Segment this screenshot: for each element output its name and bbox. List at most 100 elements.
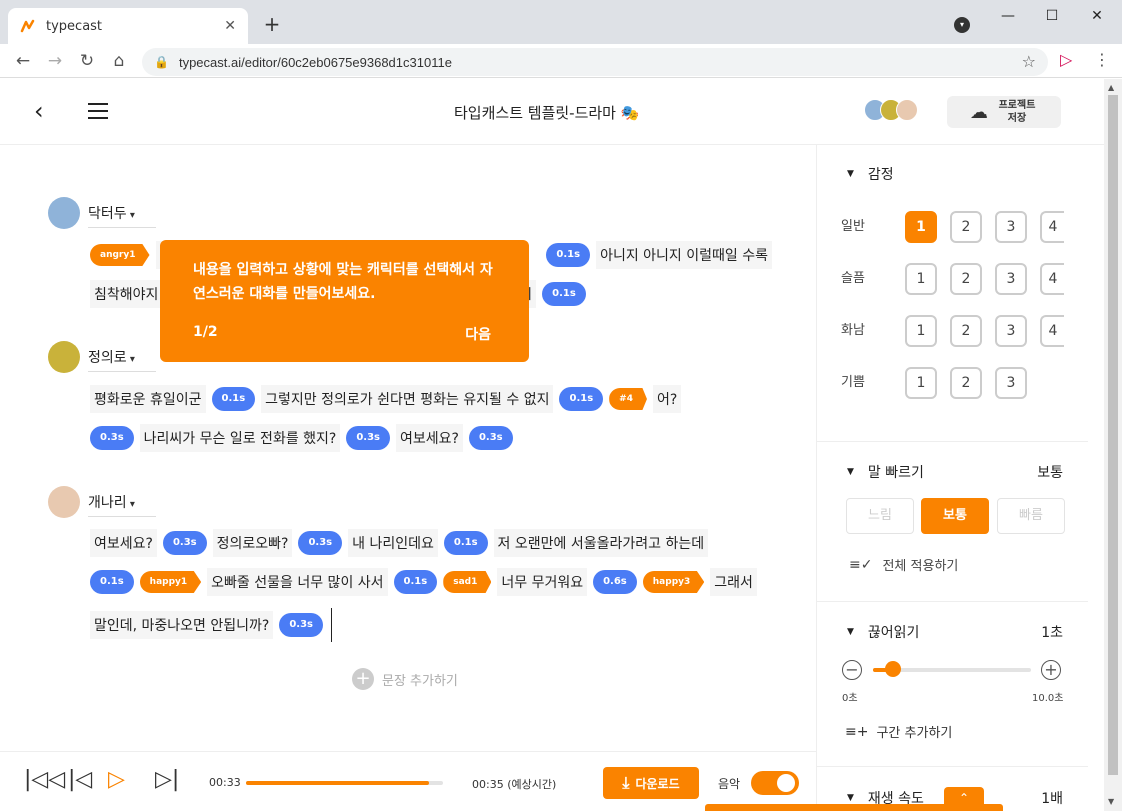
script-line[interactable]: 0.3s 나리씨가 무슨 일로 전화를 했지? 0.3s 여보세요? 0.3s [90,424,519,452]
extension-play-icon[interactable]: ▷ [1060,50,1072,69]
speaker-name[interactable]: 개나리 [88,488,156,517]
pause-tag[interactable]: 0.1s [443,531,488,555]
emotion-level-button[interactable]: 4 [1040,211,1064,243]
home-icon[interactable]: ⌂ [108,50,130,72]
emotion-section-toggle[interactable]: ▼ 감정 [847,164,894,184]
script-line[interactable]: 말인데, 마중나오면 안됩니까? 0.3s [90,608,333,642]
browser-menu-icon[interactable]: ⋮ [1094,50,1110,69]
sentence-text[interactable]: 정의로오빠? [212,529,293,557]
pause-slider-knob[interactable] [884,661,901,677]
sentence-text[interactable]: 저 오랜만에 서울올라가려고 하는데 [493,529,709,557]
pause-tag[interactable]: 0.1s [90,570,134,594]
pause-tag[interactable]: 0.1s [393,570,438,594]
add-range-button[interactable]: ≡+ 구간 추가하기 [845,722,952,742]
playback-progress[interactable] [246,781,443,785]
speed-section-toggle[interactable]: ▼ 말 빠르기 [847,462,924,482]
emotion-level-button[interactable]: 3 [995,315,1027,347]
pause-tag[interactable]: 0.3s [162,531,207,555]
speed-slow-button[interactable]: 느림 [846,498,914,534]
scrollbar-thumb[interactable] [1108,95,1118,775]
emotion-level-button[interactable]: 1 [905,315,937,347]
sentence-text[interactable]: 아니지 아니지 이럴때일 수록 [596,241,772,269]
sentence-text[interactable]: 어? [652,385,682,413]
save-project-button[interactable]: ☁ 프로젝트 저장 [947,96,1061,128]
sentence-text[interactable]: 나리씨가 무슨 일로 전화를 했지? [139,424,341,452]
pause-tag[interactable]: 0.1s [211,387,256,411]
emotion-level-button[interactable]: 1 [905,367,937,399]
new-tab-icon[interactable]: + [260,12,284,36]
sentence-text[interactable]: 오빠줄 선물을 너무 많이 사서 [207,568,388,596]
emotion-level-button[interactable]: 3 [995,263,1027,295]
tab-close-icon[interactable]: ✕ [224,18,236,34]
emotion-level-button[interactable]: 4 [1040,263,1064,295]
sentence-text[interactable]: 여보세요? [396,424,463,452]
emotion-level-button[interactable]: 3 [995,367,1027,399]
minimize-icon[interactable]: — [998,8,1018,24]
emotion-level-button[interactable]: 1 [905,263,937,295]
sentence-text[interactable]: 내 나리인데요 [348,529,438,557]
sentence-text[interactable]: 여보세요? [90,529,157,557]
previous-icon[interactable]: |◁ [68,767,92,792]
pause-tag[interactable]: 0.3s [90,426,134,450]
sentence-text[interactable]: 침착해야지 [90,280,163,308]
apply-all-button[interactable]: ≡✓ 전체 적용하기 [849,555,958,575]
script-line[interactable]: 평화로운 휴일이군 0.1s 그렇지만 정의로가 쉰다면 평화는 유지될 수 없지 0… [90,385,687,413]
pause-tag[interactable]: 0.3s [279,613,324,637]
download-button[interactable]: ⤓ 다운로드 [603,767,699,799]
emotion-level-button[interactable]: 2 [950,263,982,295]
speed-normal-button[interactable]: 보통 [921,498,989,534]
pause-tag[interactable]: 0.3s [298,531,343,555]
emotion-tag[interactable]: sad1 [443,571,492,593]
browser-tab[interactable]: typecast ✕ [8,8,248,44]
emotion-level-button[interactable]: 1 [905,211,937,243]
play-icon[interactable]: ▷ [108,767,125,792]
pause-tag[interactable]: 0.1s [559,387,604,411]
window-close-icon[interactable]: ✕ [1087,8,1107,24]
plus-circle-icon[interactable]: + [1041,660,1061,680]
scroll-down-icon[interactable]: ▼ [1108,797,1114,806]
emotion-tag[interactable]: #4 [609,388,647,410]
emotion-level-button[interactable]: 2 [950,315,982,347]
project-title[interactable]: 타입캐스트 템플릿-드라마 🎭 [454,102,639,123]
address-bar[interactable]: 🔒 typecast.ai/editor/60c2eb0675e9368d1c3… [142,48,1048,76]
speaker-selector[interactable]: 닥터두 [48,197,156,229]
script-line[interactable]: 여보세요? 0.3s 정의로오빠? 0.3s 내 나리인데요 0.1s 저 오랜만에 서울올… [90,529,714,557]
bookmark-star-icon[interactable]: ☆ [1022,52,1036,71]
speed-fast-button[interactable]: 빠름 [997,498,1065,534]
emotion-tag[interactable]: happy3 [642,571,705,593]
emotion-tag[interactable]: happy1 [139,571,202,593]
bottom-sheet-handle[interactable] [705,804,1003,811]
skip-to-start-icon[interactable]: |◁◁ [24,767,65,792]
speaker-name[interactable]: 닥터두 [88,199,156,228]
pause-tag[interactable]: 0.6s [593,570,637,594]
emotion-level-button[interactable]: 2 [950,211,982,243]
sentence-text[interactable]: 너무 무거워요 [497,568,588,596]
pause-tag[interactable]: 0.3s [468,426,513,450]
emotion-level-button[interactable]: 3 [995,211,1027,243]
reload-icon[interactable]: ↻ [76,50,98,72]
minus-icon[interactable]: − [842,660,862,680]
speaker-selector[interactable]: 정의로 [48,341,156,373]
speaker-selector[interactable]: 개나리 [48,486,156,518]
emotion-level-button[interactable]: 2 [950,367,982,399]
back-arrow-icon[interactable]: ‹ [34,97,44,125]
sentence-text[interactable]: 평화로운 휴일이군 [90,385,206,413]
pause-tag[interactable]: 0.3s [346,426,391,450]
page-scrollbar[interactable]: ▲ ▼ [1104,79,1122,811]
forward-icon[interactable]: → [44,50,66,72]
pause-tag[interactable]: 0.1s [542,282,586,306]
music-toggle[interactable] [751,771,799,795]
speaker-name[interactable]: 정의로 [88,343,156,372]
profile-dropdown-icon[interactable]: ▾ [954,17,970,33]
emotion-tag[interactable]: angry1 [90,244,150,266]
back-icon[interactable]: ← [12,50,34,72]
maximize-icon[interactable]: ☐ [1042,8,1062,24]
pause-section-toggle[interactable]: ▼ 끊어읽기 [847,622,919,642]
pause-tag[interactable]: 0.1s [546,243,591,267]
add-sentence-button[interactable]: + 문장 추가하기 [352,668,458,690]
script-line[interactable]: 0.1s happy1 오빠줄 선물을 너무 많이 사서 0.1s sad1 너무 무거워… [90,568,763,596]
sentence-text[interactable]: 그렇지만 정의로가 쉰다면 평화는 유지될 수 없지 [261,385,554,413]
next-icon[interactable]: ▷| [155,767,179,792]
emotion-level-button[interactable]: 4 [1040,315,1064,347]
sentence-text[interactable]: 말인데, 마중나오면 안됩니까? [90,611,274,639]
